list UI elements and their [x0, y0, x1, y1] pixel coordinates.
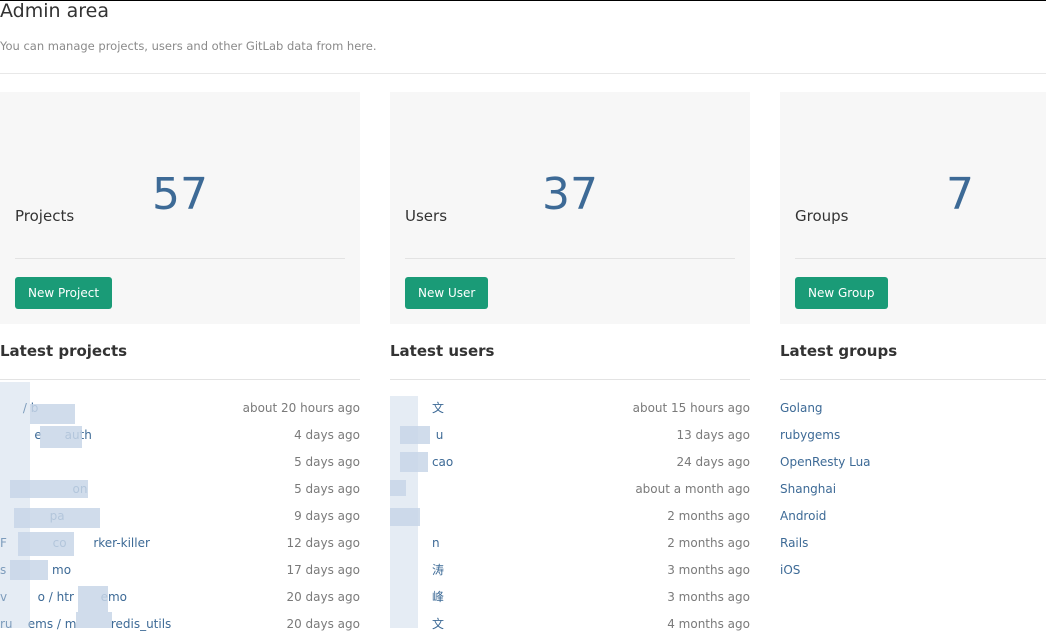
project-row: pa 9 days ago: [0, 503, 360, 530]
group-row: Shanghai: [780, 476, 1046, 503]
user-time: 2 months ago: [667, 536, 750, 550]
project-row: F co rker-killer 12 days ago: [0, 530, 360, 557]
groups-count: 7: [946, 169, 974, 220]
user-row: u 13 days ago: [390, 422, 750, 449]
user-link[interactable]: 文: [390, 611, 444, 638]
user-time: about 15 hours ago: [632, 401, 750, 415]
user-row: 峰 3 months ago: [390, 584, 750, 611]
user-time: 13 days ago: [676, 428, 750, 442]
user-link[interactable]: cao: [390, 449, 453, 476]
user-link[interactable]: 文: [390, 395, 444, 422]
users-count: 37: [542, 169, 598, 220]
user-time: about a month ago: [635, 482, 750, 496]
user-time: 4 months ago: [667, 617, 750, 631]
project-row: / b about 20 hours ago: [0, 395, 360, 422]
page-title: Admin area: [0, 0, 109, 22]
project-link[interactable]: [0, 449, 4, 476]
user-link[interactable]: [390, 476, 394, 503]
group-row: Android: [780, 503, 1046, 530]
users-card: Users 37 New User: [390, 92, 750, 324]
users-card-divider: [405, 258, 735, 259]
latest-projects-title: Latest projects: [0, 342, 128, 360]
user-row: 文 4 months ago: [390, 611, 750, 638]
project-link[interactable]: pa: [0, 503, 65, 530]
latest-groups-divider: [780, 379, 1046, 380]
latest-groups-section: Latest groups Golang rubygems OpenResty …: [780, 338, 1046, 584]
new-group-button[interactable]: New Group: [795, 277, 888, 309]
projects-card: Projects 57 New Project: [0, 92, 360, 324]
user-row: cao 24 days ago: [390, 449, 750, 476]
user-link[interactable]: [390, 503, 394, 530]
project-link[interactable]: e auth: [0, 422, 92, 449]
project-time: 4 days ago: [294, 428, 360, 442]
latest-projects-section: Latest projects / b about 20 hours ago e …: [0, 338, 360, 638]
group-row: Rails: [780, 530, 1046, 557]
project-row: e auth 4 days ago: [0, 422, 360, 449]
project-row: ru ems / m redis_utils 20 days ago: [0, 611, 360, 638]
user-row: 涛 3 months ago: [390, 557, 750, 584]
project-link[interactable]: v o / htr emo: [0, 584, 127, 611]
group-link[interactable]: OpenResty Lua: [780, 449, 871, 476]
user-row: 文 about 15 hours ago: [390, 395, 750, 422]
project-link[interactable]: ru ems / m redis_utils: [0, 611, 171, 638]
group-link[interactable]: iOS: [780, 557, 800, 584]
projects-count: 57: [152, 169, 208, 220]
page-subtitle: You can manage projects, users and other…: [0, 39, 377, 53]
project-row: 5 days ago: [0, 449, 360, 476]
user-row: about a month ago: [390, 476, 750, 503]
project-time: 12 days ago: [286, 536, 360, 550]
user-time: 24 days ago: [676, 455, 750, 469]
user-time: 3 months ago: [667, 563, 750, 577]
latest-users-divider: [390, 379, 750, 380]
header-divider: [0, 73, 1046, 74]
groups-card-divider: [795, 258, 1046, 259]
project-time: 5 days ago: [294, 455, 360, 469]
project-time: about 20 hours ago: [242, 401, 360, 415]
projects-card-divider: [15, 258, 345, 259]
project-row: on 5 days ago: [0, 476, 360, 503]
group-row: iOS: [780, 557, 1046, 584]
project-time: 5 days ago: [294, 482, 360, 496]
latest-groups-title: Latest groups: [780, 342, 898, 360]
project-link[interactable]: s mo: [0, 557, 71, 584]
project-link[interactable]: / b: [0, 395, 39, 422]
group-link[interactable]: Rails: [780, 530, 808, 557]
user-row: 2 months ago: [390, 503, 750, 530]
latest-users-title: Latest users: [390, 342, 495, 360]
group-link[interactable]: rubygems: [780, 422, 840, 449]
user-link[interactable]: 峰: [390, 584, 444, 611]
project-link[interactable]: on: [0, 476, 87, 503]
group-row: Golang: [780, 395, 1046, 422]
user-time: 2 months ago: [667, 509, 750, 523]
group-link[interactable]: Android: [780, 503, 826, 530]
top-rule: [0, 0, 1046, 1]
new-user-button[interactable]: New User: [405, 277, 489, 309]
user-link[interactable]: n: [390, 530, 440, 557]
project-time: 20 days ago: [286, 617, 360, 631]
group-row: rubygems: [780, 422, 1046, 449]
group-link[interactable]: Golang: [780, 395, 823, 422]
project-time: 17 days ago: [286, 563, 360, 577]
groups-card: Groups 7 New Group: [780, 92, 1046, 324]
latest-projects-divider: [0, 379, 360, 380]
group-row: OpenResty Lua: [780, 449, 1046, 476]
user-time: 3 months ago: [667, 590, 750, 604]
project-row: v o / htr emo 20 days ago: [0, 584, 360, 611]
group-link[interactable]: Shanghai: [780, 476, 836, 503]
new-project-button[interactable]: New Project: [15, 277, 113, 309]
latest-users-section: Latest users 文 about 15 hours ago u 13 day…: [390, 338, 750, 638]
user-row: n 2 months ago: [390, 530, 750, 557]
user-link[interactable]: 涛: [390, 557, 444, 584]
project-link[interactable]: F co rker-killer: [0, 530, 150, 557]
user-link[interactable]: u: [390, 422, 444, 449]
project-row: s mo 17 days ago: [0, 557, 360, 584]
project-time: 20 days ago: [286, 590, 360, 604]
project-time: 9 days ago: [294, 509, 360, 523]
